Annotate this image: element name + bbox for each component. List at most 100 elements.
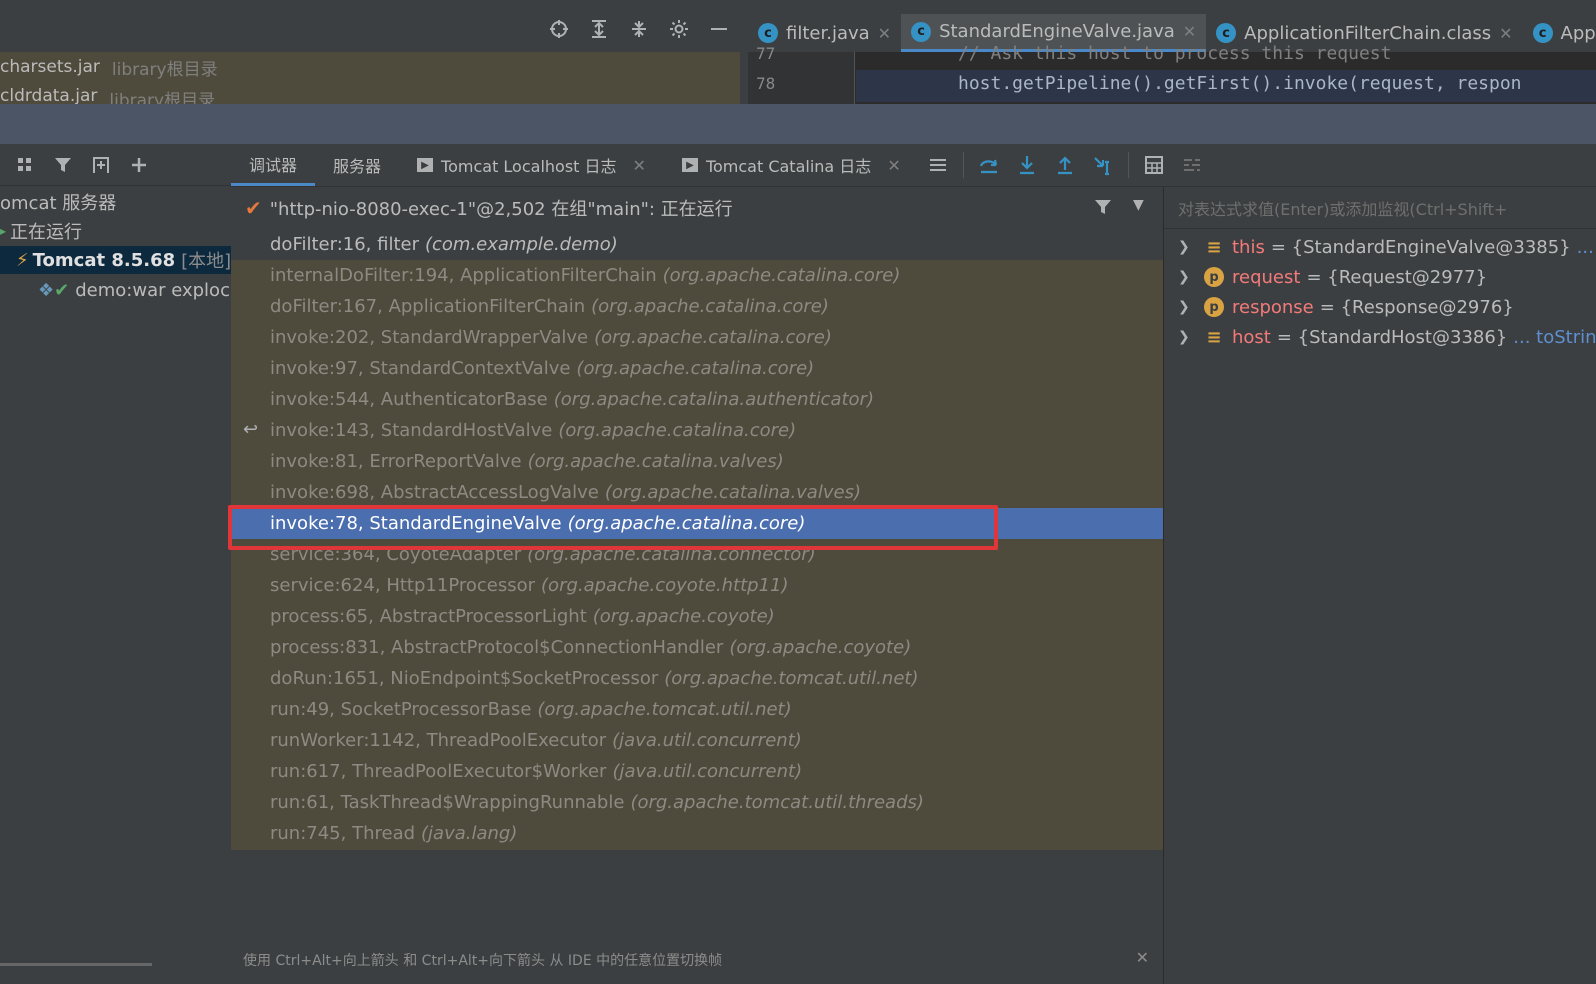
- trace-icon[interactable]: [1181, 154, 1203, 176]
- close-icon[interactable]: ✕: [878, 24, 891, 43]
- run-to-cursor-icon[interactable]: [1092, 154, 1114, 176]
- check-icon: ✔: [54, 279, 70, 301]
- variable-value: = {Request@2977}: [1306, 266, 1488, 288]
- stack-frame[interactable]: run:745, Thread (java.lang): [231, 818, 1163, 849]
- line-number: 77: [756, 44, 776, 63]
- toolbar-separator: [962, 152, 964, 178]
- stack-frame[interactable]: internalDoFilter:194, ApplicationFilterC…: [231, 260, 1163, 291]
- field-icon: ≡: [1206, 326, 1222, 348]
- annotation-highlight-box: [228, 505, 998, 550]
- variable-extra-link[interactable]: ... t: [1577, 237, 1596, 258]
- tree-item-tomcat-servers[interactable]: omcat 服务器: [0, 188, 116, 216]
- filter-icon[interactable]: [52, 154, 74, 176]
- code-editor[interactable]: 77 78 // Ask this host to process this r…: [748, 43, 1596, 104]
- panel-divider[interactable]: [0, 104, 1596, 144]
- frame-package: (org.apache.catalina.authenticator): [553, 389, 874, 410]
- variable-row[interactable]: ❯ ≡ host = {StandardHost@3386}... toStrin: [1164, 322, 1596, 352]
- stack-frame[interactable]: service:624, Http11Processor (org.apache.…: [231, 570, 1163, 601]
- stack-frame[interactable]: invoke:143, StandardHostValve (org.apache…: [231, 415, 1163, 446]
- tab-label: filter.java: [786, 22, 870, 44]
- stack-frame[interactable]: runWorker:1142, ThreadPoolExecutor (java.…: [231, 725, 1163, 756]
- frame-method: process:831, AbstractProtocol$Connection…: [270, 637, 724, 658]
- gear-icon[interactable]: [668, 18, 690, 40]
- close-icon[interactable]: ✕: [1183, 22, 1196, 41]
- tab-server[interactable]: 服务器: [315, 144, 399, 186]
- frame-package: (java.util.concurrent): [612, 761, 803, 782]
- stack-frame[interactable]: invoke:97, StandardContextValve (org.apac…: [231, 353, 1163, 384]
- close-icon[interactable]: ✕: [633, 156, 646, 175]
- horizontal-scrollbar[interactable]: [0, 963, 152, 966]
- library-row[interactable]: charsets.jar library根目录: [0, 52, 740, 82]
- check-icon: ✔: [245, 196, 262, 220]
- group-by-icon[interactable]: [14, 154, 36, 176]
- stack-frame[interactable]: invoke:544, AuthenticatorBase (org.apache…: [231, 384, 1163, 415]
- variable-extra-link[interactable]: ... toStrin: [1513, 327, 1596, 348]
- frame-method: invoke:202, StandardWrapperValve: [270, 327, 589, 348]
- terminal-icon: ▶: [681, 158, 698, 172]
- variable-row[interactable]: ❯ p response = {Response@2976}: [1164, 292, 1514, 322]
- stack-frame[interactable]: process:831, AbstractProtocol$Connection…: [231, 632, 1163, 663]
- terminal-icon: ▶: [417, 158, 434, 172]
- class-icon: c: [911, 21, 932, 42]
- filter-icon[interactable]: [1093, 197, 1113, 222]
- close-icon[interactable]: ✕: [887, 156, 900, 175]
- tree-item-running[interactable]: ▸ 正在运行: [0, 217, 82, 245]
- step-into-icon[interactable]: [1016, 154, 1038, 176]
- tree-item-artifact[interactable]: ❖ ✔ demo:war exploc: [0, 276, 230, 304]
- debugger-tab-bar: 调试器 服务器 ▶ Tomcat Localhost 日志 ✕ ▶ Tomcat…: [231, 144, 1596, 187]
- variables-panel: 对表达式求值(Enter)或添加监视(Ctrl+Shift+ ❯ ≡ this = {…: [1163, 187, 1596, 984]
- tree-label: 正在运行: [10, 222, 83, 243]
- variable-row[interactable]: ❯ ≡ this= {StandardEngineValve@3385} ... t: [1164, 232, 1596, 262]
- chevron-right-icon[interactable]: ❯: [1178, 239, 1194, 255]
- menu-icon[interactable]: [927, 154, 949, 176]
- stack-frame[interactable]: run:61, TaskThread$WrappingRunnable (org.…: [231, 787, 1163, 818]
- step-out-icon[interactable]: [1054, 154, 1076, 176]
- stack-frame[interactable]: invoke:81, ErrorReportValve (org.apache.c…: [231, 446, 1163, 477]
- stack-frame[interactable]: process:65, AbstractProcessorLight (org.a…: [231, 601, 1163, 632]
- chevron-right-icon[interactable]: ❯: [1178, 329, 1194, 345]
- collapse-all-icon[interactable]: [628, 18, 650, 40]
- watch-expression-input[interactable]: 对表达式求值(Enter)或添加监视(Ctrl+Shift+: [1164, 187, 1596, 229]
- library-name: cldrdata.jar: [0, 86, 98, 104]
- add-icon[interactable]: [128, 154, 150, 176]
- line-number: 78: [756, 74, 776, 93]
- stack-frame[interactable]: doFilter:167, ApplicationFilterChain (org…: [231, 291, 1163, 322]
- close-icon[interactable]: ✕: [1499, 24, 1512, 43]
- minimize-icon[interactable]: [708, 18, 730, 40]
- frame-method: process:65, AbstractProcessorLight: [270, 606, 587, 627]
- artifact-icon: ❖: [38, 279, 55, 301]
- frame-method: invoke:143, StandardHostValve: [270, 420, 553, 441]
- tree-item-tomcat-server[interactable]: ⚡ Tomcat 8.5.68 [本地]: [0, 246, 231, 274]
- stack-frame[interactable]: doFilter:16, filter (com.example.demo): [231, 229, 1163, 260]
- services-tree: omcat 服务器 ▸ 正在运行 ⚡ Tomcat 8.5.68 [本地] ❖ …: [0, 186, 232, 984]
- class-icon: c: [758, 23, 778, 43]
- tab-tomcat-localhost-log[interactable]: ▶ Tomcat Localhost 日志 ✕: [399, 144, 664, 186]
- frame-package: (org.apache.catalina.valves): [604, 482, 861, 503]
- stack-frame[interactable]: doRun:1651, NioEndpoint$SocketProcessor(…: [231, 663, 1163, 694]
- chevron-down-icon[interactable]: ▼: [1133, 197, 1144, 213]
- stack-frame[interactable]: invoke:202, StandardWrapperValve (org.apa…: [231, 322, 1163, 353]
- stack-frame[interactable]: invoke:698, AbstractAccessLogValve (org.a…: [231, 477, 1163, 508]
- evaluate-expression-icon[interactable]: [1143, 154, 1165, 176]
- expand-all-icon[interactable]: [588, 18, 610, 40]
- tab-debugger[interactable]: 调试器: [231, 144, 316, 186]
- frame-method: invoke:81, ErrorReportValve: [270, 451, 522, 472]
- drop-frame-icon[interactable]: ↩: [243, 419, 258, 440]
- frame-package: (org.apache.coyote): [592, 606, 775, 627]
- chevron-right-icon[interactable]: ❯: [1178, 299, 1194, 315]
- stack-frame[interactable]: run:49, SocketProcessorBase (org.apache.t…: [231, 694, 1163, 725]
- thread-selector[interactable]: ✔ "http-nio-8080-exec-1"@2,502 在组"main":…: [231, 187, 1163, 229]
- services-toolbar: [0, 144, 231, 186]
- stack-frame[interactable]: run:617, ThreadPoolExecutor$Worker (java.…: [231, 756, 1163, 787]
- editor-tab-app[interactable]: c App: [1523, 14, 1596, 52]
- chevron-right-icon[interactable]: ❯: [1178, 269, 1194, 285]
- watch-placeholder: 对表达式求值(Enter)或添加监视(Ctrl+Shift+: [1178, 199, 1508, 219]
- library-row[interactable]: cldrdata.jar library根目录: [0, 82, 740, 104]
- tab-tomcat-catalina-log[interactable]: ▶ Tomcat Catalina 日志 ✕: [664, 144, 919, 186]
- new-tab-icon[interactable]: [90, 154, 112, 176]
- step-over-icon[interactable]: [978, 154, 1000, 176]
- locate-icon[interactable]: [548, 18, 570, 40]
- variable-row[interactable]: ❯ p request = {Request@2977}: [1164, 262, 1487, 292]
- tomcat-icon: ⚡: [16, 249, 29, 271]
- close-icon[interactable]: ✕: [1136, 948, 1149, 967]
